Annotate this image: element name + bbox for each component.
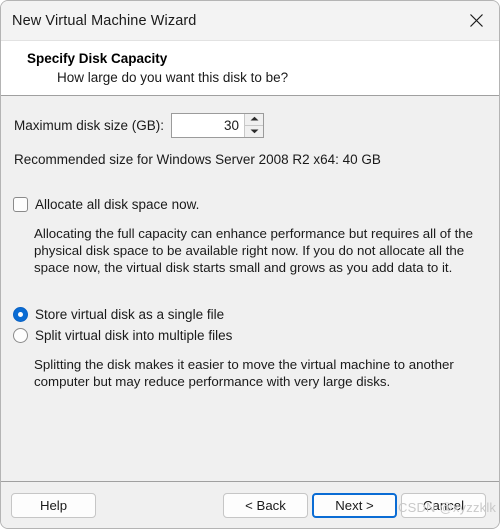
stepper-buttons [244,114,264,137]
split-multiple-files-label: Split virtual disk into multiple files [35,328,233,343]
wizard-header: Specify Disk Capacity How large do you w… [1,41,499,96]
wizard-body: Maximum disk size (GB): 30 Recommended s… [1,96,499,481]
disk-size-stepper[interactable] [171,113,265,138]
recommended-size-text: Recommended size for Windows Server 2008… [14,152,381,167]
disk-size-row: Maximum disk size (GB): [14,113,499,138]
wizard-footer: Help < Back Next > Cancel [1,481,499,528]
back-button[interactable]: < Back [223,493,308,518]
split-multiple-files-radio-row[interactable]: Split virtual disk into multiple files [13,328,499,343]
allocate-all-disk-space-checkbox-row[interactable]: Allocate all disk space now. [13,197,499,212]
chevron-up-icon[interactable] [245,114,264,126]
disk-size-input[interactable] [172,114,245,137]
cancel-button[interactable]: Cancel [401,493,486,518]
page-subtitle: How large do you want this disk to be? [57,70,289,85]
split-multiple-files-radio[interactable] [13,328,28,343]
storage-options-description: Splitting the disk makes it easier to mo… [34,357,454,389]
allocate-all-disk-space-checkbox[interactable] [13,197,28,212]
allocate-description: Allocating the full capacity can enhance… [34,226,474,275]
window-title: New Virtual Machine Wizard [12,12,197,29]
store-single-file-label: Store virtual disk as a single file [35,307,225,322]
store-single-file-radio[interactable] [13,307,28,322]
new-virtual-machine-wizard-window: New Virtual Machine Wizard Specify Disk … [0,0,500,529]
store-single-file-radio-row[interactable]: Store virtual disk as a single file [13,307,499,322]
help-button[interactable]: Help [11,493,96,518]
allocate-all-disk-space-label: Allocate all disk space now. [35,197,200,212]
disk-size-label: Maximum disk size (GB): [14,118,165,133]
next-button[interactable]: Next > [312,493,397,518]
close-icon[interactable] [453,1,499,40]
title-bar: New Virtual Machine Wizard [1,1,499,41]
page-title: Specify Disk Capacity [27,51,168,66]
chevron-down-icon[interactable] [245,125,264,137]
